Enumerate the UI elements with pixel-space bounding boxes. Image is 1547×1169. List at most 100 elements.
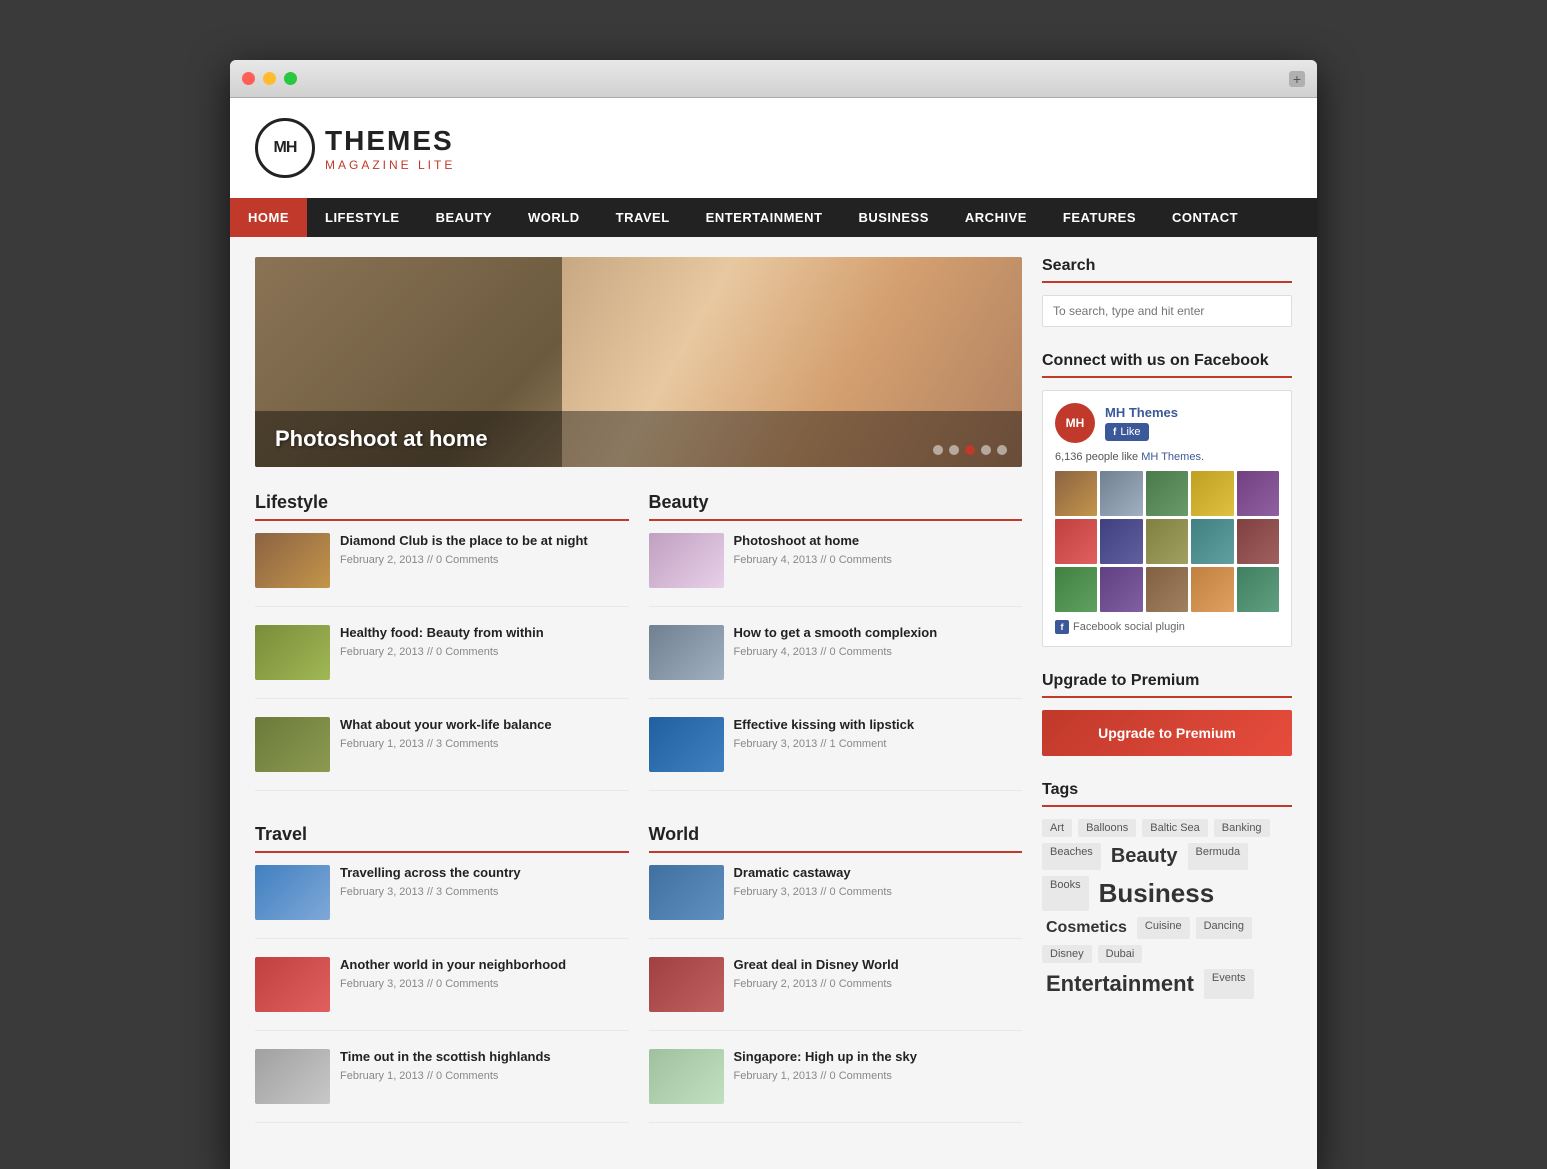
- tag-art[interactable]: Art: [1042, 819, 1072, 837]
- travel-heading: Travel: [255, 824, 629, 853]
- tag-disney[interactable]: Disney: [1042, 945, 1092, 963]
- nav-business[interactable]: BUSINESS: [840, 198, 946, 237]
- article-title: Diamond Club is the place to be at night: [340, 533, 588, 550]
- slider-dot-4[interactable]: [981, 445, 991, 455]
- tag-dancing[interactable]: Dancing: [1196, 917, 1252, 939]
- fb-photo-2[interactable]: [1100, 471, 1142, 516]
- fb-like-button[interactable]: f Like: [1105, 423, 1149, 441]
- article-thumbnail: [649, 957, 724, 1012]
- list-item[interactable]: Time out in the scottish highlands Febru…: [255, 1049, 629, 1123]
- tag-dubai[interactable]: Dubai: [1098, 945, 1143, 963]
- upgrade-section: Upgrade to Premium Upgrade to Premium: [1042, 672, 1292, 756]
- list-item[interactable]: Diamond Club is the place to be at night…: [255, 533, 629, 607]
- list-item[interactable]: Great deal in Disney World February 2, 2…: [649, 957, 1023, 1031]
- tag-bermuda[interactable]: Bermuda: [1188, 843, 1249, 870]
- article-title: Great deal in Disney World: [734, 957, 899, 974]
- main-nav: HOME LIFESTYLE BEAUTY WORLD TRAVEL ENTER…: [230, 198, 1317, 237]
- fb-photo-7[interactable]: [1100, 519, 1142, 564]
- fb-photo-10[interactable]: [1237, 519, 1279, 564]
- world-section: World Dramatic castaway February 3, 2013…: [649, 824, 1023, 1141]
- tag-business[interactable]: Business: [1095, 876, 1219, 911]
- slider-dot-5[interactable]: [997, 445, 1007, 455]
- slider-dot-2[interactable]: [949, 445, 959, 455]
- nav-home[interactable]: HOME: [230, 198, 307, 237]
- fb-photo-1[interactable]: [1055, 471, 1097, 516]
- article-meta: February 4, 2013 // 0 Comments: [734, 646, 938, 658]
- article-meta: February 4, 2013 // 0 Comments: [734, 554, 892, 566]
- fb-photo-9[interactable]: [1191, 519, 1233, 564]
- nav-world[interactable]: WORLD: [510, 198, 598, 237]
- article-thumbnail: [255, 717, 330, 772]
- nav-beauty[interactable]: BEAUTY: [418, 198, 510, 237]
- browser-window: + MH THEMES MAGAZINE lite HOME LIF: [230, 60, 1317, 1169]
- tag-cuisine[interactable]: Cuisine: [1137, 917, 1190, 939]
- article-thumbnail: [649, 717, 724, 772]
- slider-dots: [933, 445, 1007, 455]
- article-info: Photoshoot at home February 4, 2013 // 0…: [734, 533, 892, 588]
- list-item[interactable]: Photoshoot at home February 4, 2013 // 0…: [649, 533, 1023, 607]
- tag-books[interactable]: Books: [1042, 876, 1089, 911]
- nav-archive[interactable]: ARCHIVE: [947, 198, 1045, 237]
- maximize-button[interactable]: [284, 72, 297, 85]
- article-info: Effective kissing with lipstick February…: [734, 717, 915, 772]
- minimize-button[interactable]: [263, 72, 276, 85]
- fb-photo-6[interactable]: [1055, 519, 1097, 564]
- tag-cosmetics[interactable]: Cosmetics: [1042, 917, 1131, 939]
- nav-contact[interactable]: CONTACT: [1154, 198, 1256, 237]
- slider-dot-1[interactable]: [933, 445, 943, 455]
- nav-lifestyle[interactable]: LIFESTYLE: [307, 198, 418, 237]
- tag-beaches[interactable]: Beaches: [1042, 843, 1101, 870]
- travel-section: Travel Travelling across the country Feb…: [255, 824, 629, 1141]
- article-meta: February 3, 2013 // 0 Comments: [340, 978, 566, 990]
- article-thumbnail: [255, 625, 330, 680]
- fb-photo-11[interactable]: [1055, 567, 1097, 612]
- logo[interactable]: MH THEMES MAGAZINE lite: [255, 118, 455, 178]
- nav-features[interactable]: FEATURES: [1045, 198, 1154, 237]
- search-section: Search: [1042, 257, 1292, 327]
- nav-travel[interactable]: TRAVEL: [598, 198, 688, 237]
- tags-section: Tags Art Balloons Baltic Sea Banking Bea…: [1042, 781, 1292, 999]
- logo-icon: MH: [255, 118, 315, 178]
- fb-header: MH MH Themes f Like: [1055, 403, 1279, 443]
- nav-entertainment[interactable]: ENTERTAINMENT: [688, 198, 841, 237]
- list-item[interactable]: Dramatic castaway February 3, 2013 // 0 …: [649, 865, 1023, 939]
- close-button[interactable]: [242, 72, 255, 85]
- fb-photo-13[interactable]: [1146, 567, 1188, 612]
- tag-balloons[interactable]: Balloons: [1078, 819, 1136, 837]
- fb-photo-15[interactable]: [1237, 567, 1279, 612]
- fb-photo-12[interactable]: [1100, 567, 1142, 612]
- fb-photo-14[interactable]: [1191, 567, 1233, 612]
- upgrade-box[interactable]: Upgrade to Premium: [1042, 710, 1292, 756]
- lifestyle-section: Lifestyle Diamond Club is the place to b…: [255, 492, 629, 809]
- fb-photo-8[interactable]: [1146, 519, 1188, 564]
- list-item[interactable]: Travelling across the country February 3…: [255, 865, 629, 939]
- fb-link[interactable]: MH Themes.: [1141, 451, 1204, 463]
- article-info: Diamond Club is the place to be at night…: [340, 533, 588, 588]
- article-title: Time out in the scottish highlands: [340, 1049, 551, 1066]
- list-item[interactable]: Effective kissing with lipstick February…: [649, 717, 1023, 791]
- article-info: Travelling across the country February 3…: [340, 865, 521, 920]
- search-input[interactable]: [1042, 295, 1292, 327]
- fb-photo-3[interactable]: [1146, 471, 1188, 516]
- fb-photo-4[interactable]: [1191, 471, 1233, 516]
- fb-photo-5[interactable]: [1237, 471, 1279, 516]
- hero-slider[interactable]: Photoshoot at home: [255, 257, 1022, 467]
- fb-page-name[interactable]: MH Themes: [1105, 405, 1178, 420]
- article-title: How to get a smooth complexion: [734, 625, 938, 642]
- list-item[interactable]: Singapore: High up in the sky February 1…: [649, 1049, 1023, 1123]
- tag-entertainment[interactable]: Entertainment: [1042, 969, 1198, 999]
- list-item[interactable]: How to get a smooth complexion February …: [649, 625, 1023, 699]
- tag-events[interactable]: Events: [1204, 969, 1254, 999]
- list-item[interactable]: Healthy food: Beauty from within Februar…: [255, 625, 629, 699]
- tag-beauty[interactable]: Beauty: [1107, 843, 1182, 870]
- list-item[interactable]: What about your work-life balance Februa…: [255, 717, 629, 791]
- new-tab-button[interactable]: +: [1289, 71, 1305, 87]
- article-thumbnail: [649, 625, 724, 680]
- beauty-heading: Beauty: [649, 492, 1023, 521]
- list-item[interactable]: Another world in your neighborhood Febru…: [255, 957, 629, 1031]
- tag-banking[interactable]: Banking: [1214, 819, 1270, 837]
- tags-cloud: Art Balloons Baltic Sea Banking Beaches …: [1042, 819, 1292, 999]
- slider-dot-3[interactable]: [965, 445, 975, 455]
- tag-baltic-sea[interactable]: Baltic Sea: [1142, 819, 1208, 837]
- article-thumbnail: [649, 1049, 724, 1104]
